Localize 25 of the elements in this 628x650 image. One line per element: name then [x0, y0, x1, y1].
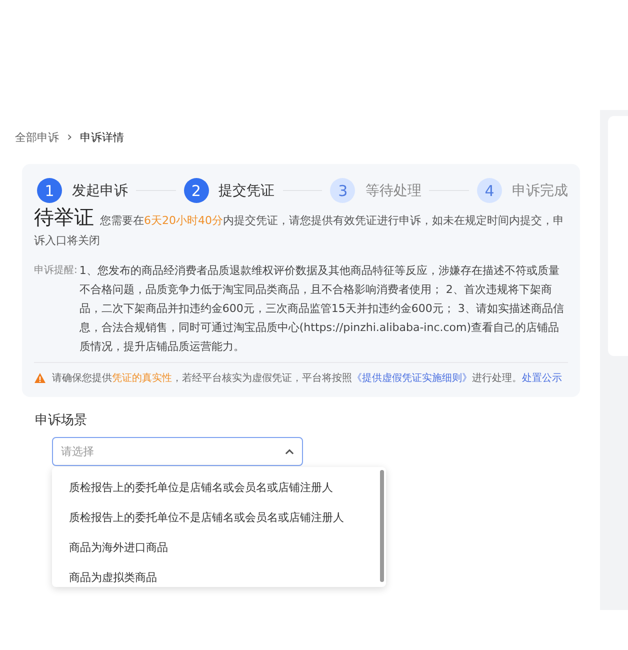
- reminder-label: 申诉提醒:: [34, 264, 78, 278]
- step-number: 4: [477, 178, 502, 203]
- dropdown-option[interactable]: 商品为虚拟类商品: [52, 563, 380, 587]
- step-label: 申诉完成: [512, 182, 568, 200]
- step-label: 发起申诉: [72, 182, 128, 200]
- warning-icon: [34, 372, 46, 384]
- reminder-text: 1、您发布的商品经消费者品质退款维权评价数据及其他商品特征等反应，涉嫌存在描述不符或质量不合格问题，品质竞争力低于淘宝同品类商品，且不合格影响消费者使用； 2、首次违规将下架商品，二次下架商品并扣违约金600元，三次商品监管15天并扣违约金600元； 3、请如实描述商品信息，合法合规销售，同时可通过淘宝品质中心(https://pinzhi.alibaba-inc.com)查看自己的店铺品质情况，提升店铺品质运营能力。: [79, 263, 565, 355]
- dropdown-option[interactable]: 商品为海外进口商品: [52, 533, 380, 563]
- step-number: 1: [37, 178, 62, 203]
- policy-link[interactable]: 《提供虚假凭证实施细则》: [352, 373, 472, 384]
- caret-icon: [285, 448, 294, 454]
- step-number: 2: [184, 178, 209, 203]
- status-message: 待举证 您需要在6天20小时40分内提交凭证，请您提供有效凭证进行申诉，如未在规定时间内提交，申诉入口将关闭: [34, 207, 565, 249]
- breadcrumb-link[interactable]: 申诉详情: [80, 130, 124, 144]
- breadcrumb-link[interactable]: 全部申诉: [15, 130, 59, 144]
- warning-text: 请确保您提供凭证的真实性，若经平台核实为虚假凭证，平台将按照《提供虚假凭证实施细则》进行处理。处置公示: [52, 372, 562, 385]
- step-label: 提交凭证: [218, 182, 275, 200]
- field-label: 申诉场景: [35, 412, 88, 429]
- step-number: 3: [330, 178, 356, 203]
- scrollbar[interactable]: [380, 470, 384, 582]
- dropdown-option[interactable]: 质检报告上的委托单位是店铺名或会员名或店铺注册人: [52, 473, 380, 503]
- dropdown-option[interactable]: 质检报告上的委托单位不是店铺名或会员名或店铺注册人: [52, 503, 380, 533]
- breadcrumb-separator: ›: [67, 130, 72, 144]
- step-label: 等待处理: [365, 182, 422, 200]
- policy-link[interactable]: 处置公示: [522, 373, 562, 384]
